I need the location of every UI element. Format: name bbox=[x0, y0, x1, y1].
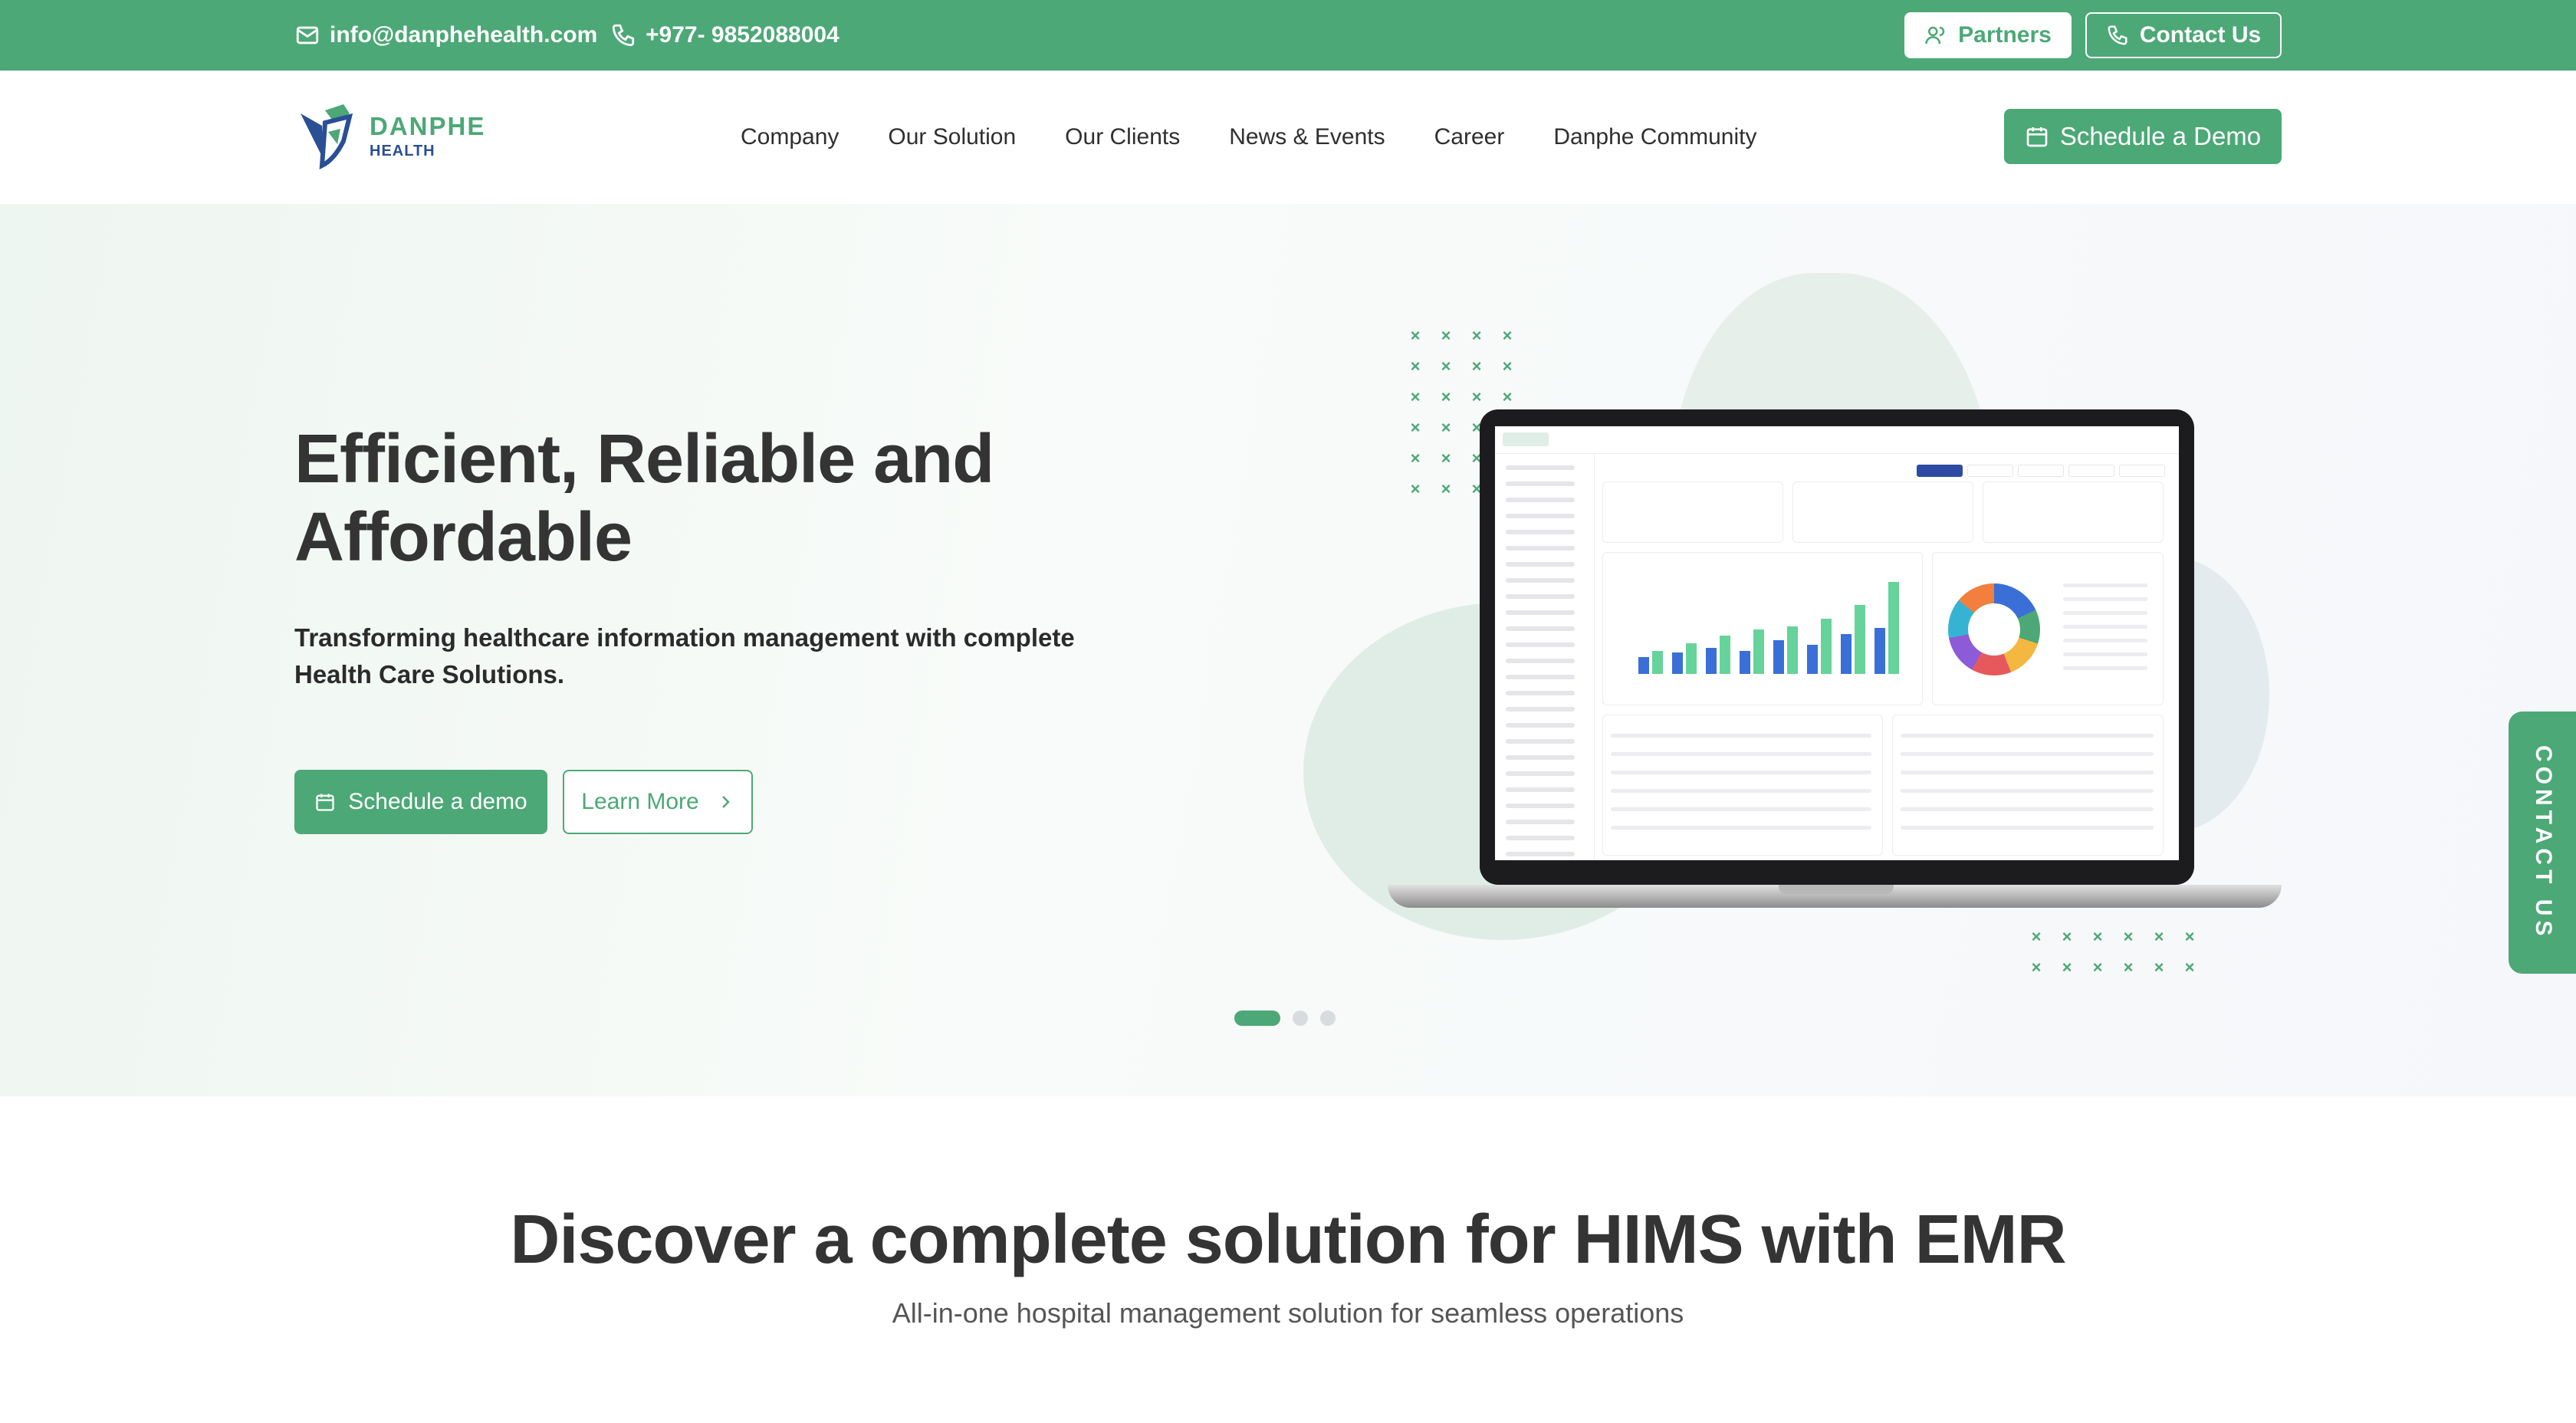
phone-text: +977- 9852088004 bbox=[646, 22, 840, 48]
contact-us-label: Contact Us bbox=[2139, 22, 2262, 48]
learn-more-label: Learn More bbox=[581, 789, 699, 814]
laptop-notch bbox=[1779, 885, 1894, 894]
laptop-dashboard-image bbox=[1388, 409, 2282, 912]
decor-x-pattern: × × × × × × × × × × × × bbox=[2031, 927, 2195, 977]
partners-button[interactable]: Partners bbox=[1904, 12, 2072, 58]
nav-item-our-clients[interactable]: Our Clients bbox=[1065, 124, 1180, 150]
phone-icon bbox=[612, 24, 635, 47]
schedule-demo-hero-button[interactable]: Schedule a demo bbox=[294, 770, 547, 834]
schedule-demo-nav-button[interactable]: Schedule a Demo bbox=[2004, 109, 2282, 164]
nav-item-danphe-community[interactable]: Danphe Community bbox=[1553, 124, 1756, 150]
brand-logo[interactable]: DANPHE HEALTH bbox=[294, 101, 485, 170]
nav-menu: Company Our Solution Our Clients News & … bbox=[741, 71, 1756, 204]
nav-item-our-solution[interactable]: Our Solution bbox=[888, 124, 1016, 150]
email-text: info@danphehealth.com bbox=[330, 22, 598, 48]
hero-title: Efficient, Reliable and Affordable bbox=[294, 421, 994, 576]
schedule-demo-hero-label: Schedule a demo bbox=[348, 789, 527, 814]
phone-contact[interactable]: +977- 9852088004 bbox=[610, 0, 840, 71]
top-contact-bar: info@danphehealth.com +977- 9852088004 P… bbox=[0, 0, 2576, 71]
contact-us-side-tab[interactable]: CONTACT US bbox=[2509, 712, 2576, 974]
brand-name-line1: DANPHE bbox=[370, 111, 486, 140]
calendar-icon bbox=[316, 794, 334, 811]
carousel-dots bbox=[1234, 1011, 1336, 1026]
schedule-demo-nav-label: Schedule a Demo bbox=[2059, 122, 2262, 150]
hero-section: Efficient, Reliable and Affordable Trans… bbox=[0, 204, 2576, 1096]
nav-item-company[interactable]: Company bbox=[741, 124, 839, 150]
dashboard-screenshot bbox=[1495, 426, 2179, 860]
section-title: Discover a complete solution for HIMS wi… bbox=[510, 1201, 2066, 1278]
main-navbar: DANPHE HEALTH Company Our Solution Our C… bbox=[0, 71, 2576, 204]
email-contact[interactable]: info@danphehealth.com bbox=[294, 0, 597, 71]
carousel-dot-1[interactable] bbox=[1234, 1011, 1280, 1026]
nav-item-news-events[interactable]: News & Events bbox=[1229, 124, 1385, 150]
section-subtitle: All-in-one hospital management solution … bbox=[892, 1297, 1684, 1329]
brand-name-line2: HEALTH bbox=[370, 142, 435, 159]
chevron-right-icon bbox=[721, 796, 730, 808]
danphe-bird-logo bbox=[301, 104, 353, 170]
partners-label: Partners bbox=[1958, 22, 2052, 48]
phone-icon bbox=[2108, 25, 2128, 45]
hero-subtitle: Transforming healthcare information mana… bbox=[294, 623, 1075, 688]
users-icon bbox=[1925, 26, 1945, 44]
nav-item-career[interactable]: Career bbox=[1434, 124, 1505, 150]
mail-icon bbox=[296, 26, 319, 44]
contact-us-button[interactable]: Contact Us bbox=[2085, 12, 2282, 58]
carousel-dot-3[interactable] bbox=[1320, 1011, 1336, 1026]
learn-more-button[interactable]: Learn More bbox=[563, 770, 753, 834]
calendar-icon bbox=[2026, 127, 2048, 147]
carousel-dot-2[interactable] bbox=[1293, 1011, 1308, 1026]
contact-us-side-label: CONTACT US bbox=[2531, 744, 2556, 941]
